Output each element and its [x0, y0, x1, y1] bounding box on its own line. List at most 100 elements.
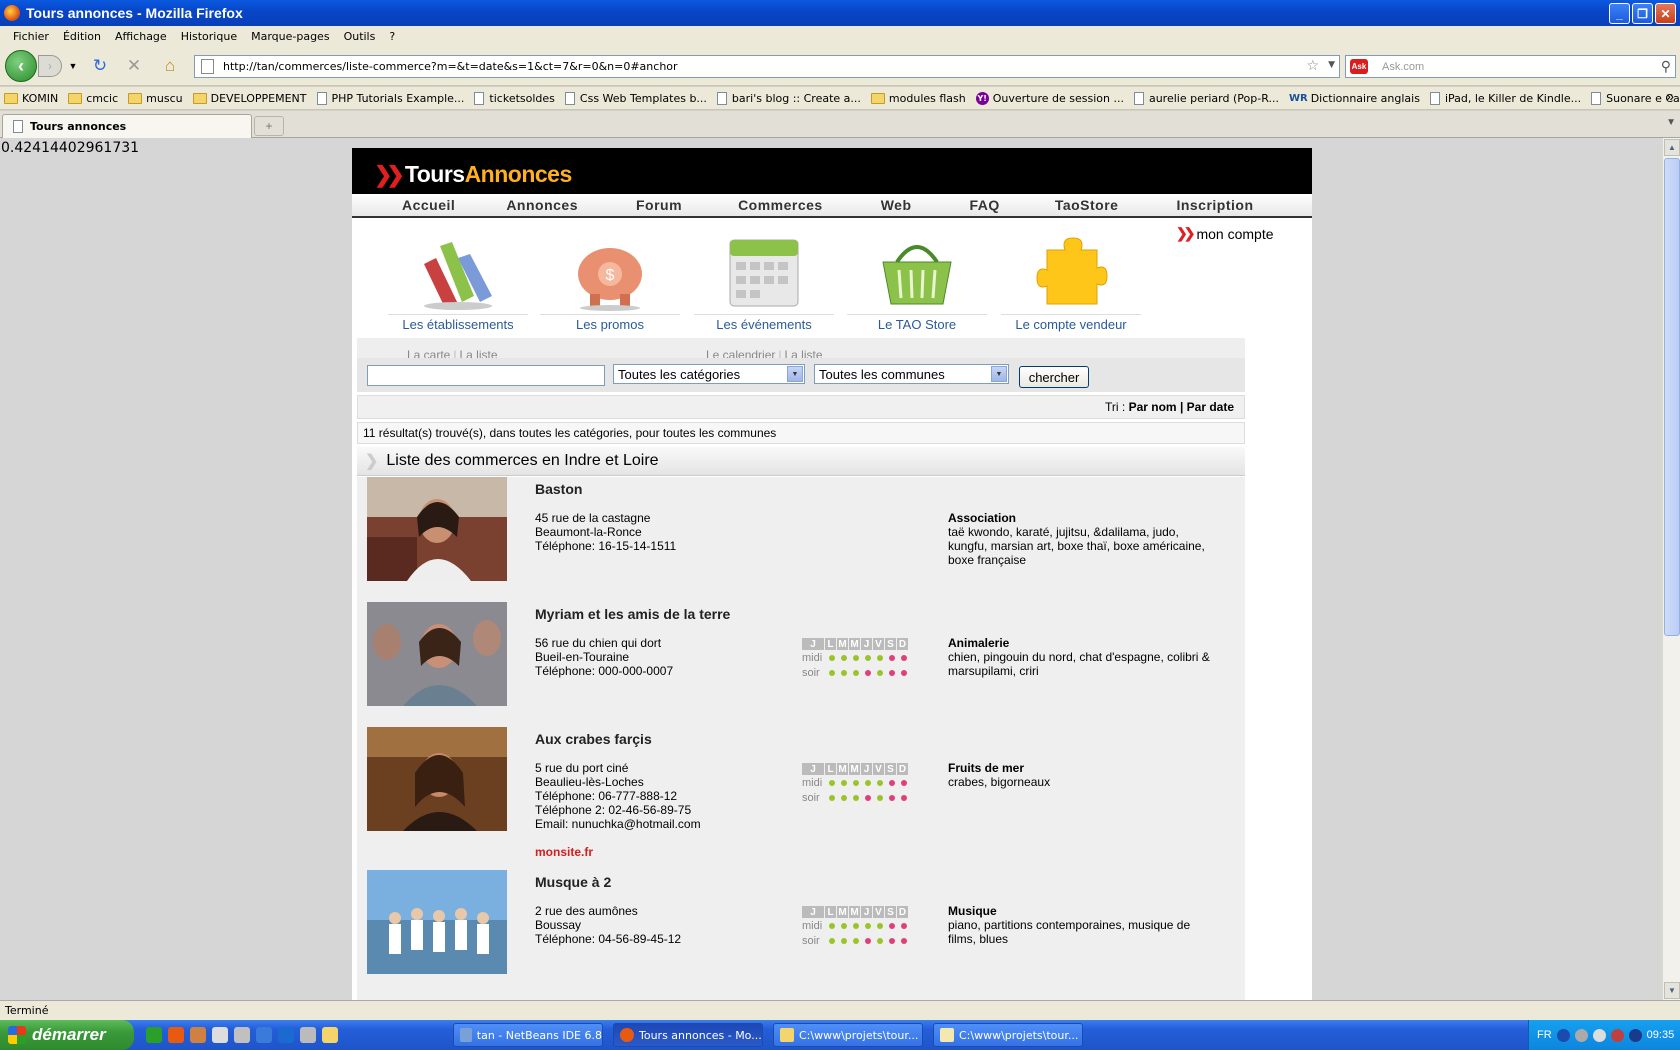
chevron-down-icon[interactable]: ▼ [787, 366, 803, 382]
bookmark-item[interactable]: iPad, le Killer de Kindle... [1429, 91, 1581, 105]
back-button[interactable]: ‹ [5, 50, 37, 82]
quicklaunch-chrome-icon[interactable] [146, 1027, 162, 1043]
shop-photo[interactable] [367, 602, 507, 706]
bookmark-item[interactable]: ticketsoldes [474, 91, 555, 105]
shop-website-link[interactable]: monsite.fr [535, 845, 593, 859]
scroll-down-icon[interactable]: ▼ [1664, 982, 1680, 999]
bookmark-label: Dictionnaire anglais [1310, 91, 1420, 105]
shop-photo[interactable] [367, 870, 507, 974]
schedule-day: J [802, 763, 824, 775]
task-netbeans[interactable]: tan - NetBeans IDE 6.8 [453, 1023, 603, 1047]
menu-marque-pages[interactable]: Marque-pages [244, 30, 336, 43]
bookmark-item[interactable]: Y! Ouverture de session ... [975, 91, 1124, 105]
menu-help[interactable]: ? [382, 30, 402, 43]
menu-historique[interactable]: Historique [174, 30, 244, 43]
task-explorer-1[interactable]: C:\www\projets\tour... [773, 1023, 923, 1047]
nav-web[interactable]: Web [881, 197, 912, 213]
shop-name[interactable]: Myriam et les amis de la terre [535, 606, 730, 622]
nav-inscription[interactable]: Inscription [1176, 197, 1253, 213]
my-account-link[interactable]: ❯❯ mon compte [1176, 225, 1274, 242]
bookmark-item[interactable]: DEVELOPPEMENT [192, 92, 307, 105]
task-firefox[interactable]: Tours annonces - Mo... [613, 1023, 763, 1047]
shop-name[interactable]: Musque à 2 [535, 874, 611, 890]
feature-promos[interactable]: $ Les promos [540, 230, 680, 332]
quicklaunch-tool-icon[interactable] [212, 1027, 228, 1043]
bookmark-item[interactable]: modules flash [870, 92, 966, 105]
start-button[interactable]: démarrer [0, 1020, 134, 1050]
site-logo[interactable]: ❯❯ Tours Annonces [374, 161, 572, 188]
maximize-button[interactable]: ❐ [1632, 3, 1653, 24]
scroll-thumb[interactable] [1664, 158, 1680, 636]
minimize-button[interactable]: _ [1609, 3, 1630, 24]
forward-button[interactable]: › [38, 55, 62, 77]
bookmark-item[interactable]: Css Web Templates b... [564, 91, 707, 105]
menu-fichier[interactable]: Fichier [6, 30, 56, 43]
stop-icon[interactable]: ✕ [124, 56, 144, 76]
url-bar[interactable]: http://tan/commerces/liste-commerce?m=&t… [194, 55, 1340, 78]
category-select[interactable]: Toutes les catégories ▼ [613, 364, 805, 384]
quicklaunch-app-icon[interactable] [234, 1027, 250, 1043]
scroll-up-icon[interactable]: ▲ [1664, 139, 1680, 156]
home-icon[interactable]: ⌂ [160, 56, 180, 76]
quicklaunch-ie-icon[interactable] [256, 1027, 272, 1043]
quicklaunch-user-icon[interactable] [190, 1027, 206, 1043]
quicklaunch-folder-icon[interactable] [322, 1027, 338, 1043]
bookmark-item[interactable]: cmcic [68, 92, 118, 105]
commune-select[interactable]: Toutes les communes ▼ [814, 364, 1009, 384]
bookmark-item[interactable]: PHP Tutorials Example... [316, 91, 464, 105]
nav-taostore[interactable]: TaoStore [1055, 197, 1119, 213]
menu-affichage[interactable]: Affichage [108, 30, 174, 43]
tray-network-icon[interactable] [1574, 1028, 1588, 1042]
feature-evenements[interactable]: Les événements [694, 230, 834, 332]
nav-commerces[interactable]: Commerces [738, 197, 823, 213]
tab-tours-annonces[interactable]: Tours annonces [2, 114, 252, 138]
feature-compte-vendeur[interactable]: Le compte vendeur [1001, 230, 1141, 332]
feature-etablissements[interactable]: Les établissements [388, 230, 528, 332]
close-button[interactable]: ✕ [1655, 3, 1676, 24]
keyword-input[interactable] [367, 365, 605, 386]
bookmark-item[interactable]: WR Dictionnaire anglais [1289, 92, 1420, 105]
url-dropdown-icon[interactable]: ▼ [1328, 60, 1335, 70]
schedule-day: J [802, 638, 824, 650]
reload-icon[interactable]: ↻ [90, 56, 110, 76]
sort-by-name[interactable]: Par nom [1129, 400, 1177, 414]
quicklaunch-firefox-icon[interactable] [168, 1027, 184, 1043]
shop-name[interactable]: Baston [535, 481, 582, 497]
language-indicator[interactable]: FR [1537, 1029, 1552, 1041]
sort-by-date[interactable]: Par date [1187, 400, 1234, 414]
search-button[interactable]: chercher [1019, 366, 1089, 388]
bookmark-item[interactable]: bari's blog :: Create a... [716, 91, 861, 105]
menu-outils[interactable]: Outils [337, 30, 383, 43]
shop-photo[interactable] [367, 477, 507, 581]
quicklaunch-ie2-icon[interactable] [278, 1027, 294, 1043]
tray-volume-icon[interactable] [1592, 1028, 1606, 1042]
shop-address: 5 rue du port ciné Beaulieu-lès-Loches T… [535, 761, 701, 831]
bookmark-item[interactable]: muscu [128, 92, 183, 105]
shop-photo[interactable] [367, 727, 507, 831]
new-tab-button[interactable]: + [254, 116, 284, 136]
ask-engine-icon[interactable]: Ask [1350, 59, 1368, 74]
bookmark-item[interactable]: KOMIN [4, 92, 58, 105]
nav-forum[interactable]: Forum [636, 197, 682, 213]
window-titlebar: Tours annonces - Mozilla Firefox _ ❐ ✕ [0, 0, 1680, 26]
nav-accueil[interactable]: Accueil [402, 197, 455, 213]
nav-faq[interactable]: FAQ [970, 197, 1000, 213]
shop-name[interactable]: Aux crabes farçis [535, 731, 652, 747]
bookmarks-overflow-icon[interactable]: » [1666, 88, 1674, 104]
tray-shield-icon[interactable] [1610, 1028, 1624, 1042]
bookmark-item[interactable]: aurelie periard (Pop-R... [1133, 91, 1279, 105]
search-icon[interactable]: ⚲ [1661, 58, 1671, 75]
tray-security-icon[interactable] [1628, 1028, 1642, 1042]
nav-annonces[interactable]: Annonces [506, 197, 578, 213]
quicklaunch-media-icon[interactable] [300, 1027, 316, 1043]
search-input[interactable]: Ask Ask.com ⚲ [1345, 55, 1676, 78]
task-explorer-2[interactable]: C:\www\projets\tour... [933, 1023, 1083, 1047]
tab-list-icon[interactable]: ▼ [1666, 117, 1676, 128]
chevron-down-icon[interactable]: ▼ [991, 366, 1007, 382]
vertical-scrollbar[interactable]: ▲ ▼ [1662, 138, 1680, 1000]
menu-edition[interactable]: Édition [56, 30, 108, 43]
history-dropdown-icon[interactable]: ▼ [63, 56, 83, 76]
bookmark-star-icon[interactable]: ☆ [1306, 58, 1319, 74]
feature-tao-store[interactable]: Le TAO Store [847, 230, 987, 332]
tray-arrow-icon[interactable] [1556, 1028, 1570, 1042]
